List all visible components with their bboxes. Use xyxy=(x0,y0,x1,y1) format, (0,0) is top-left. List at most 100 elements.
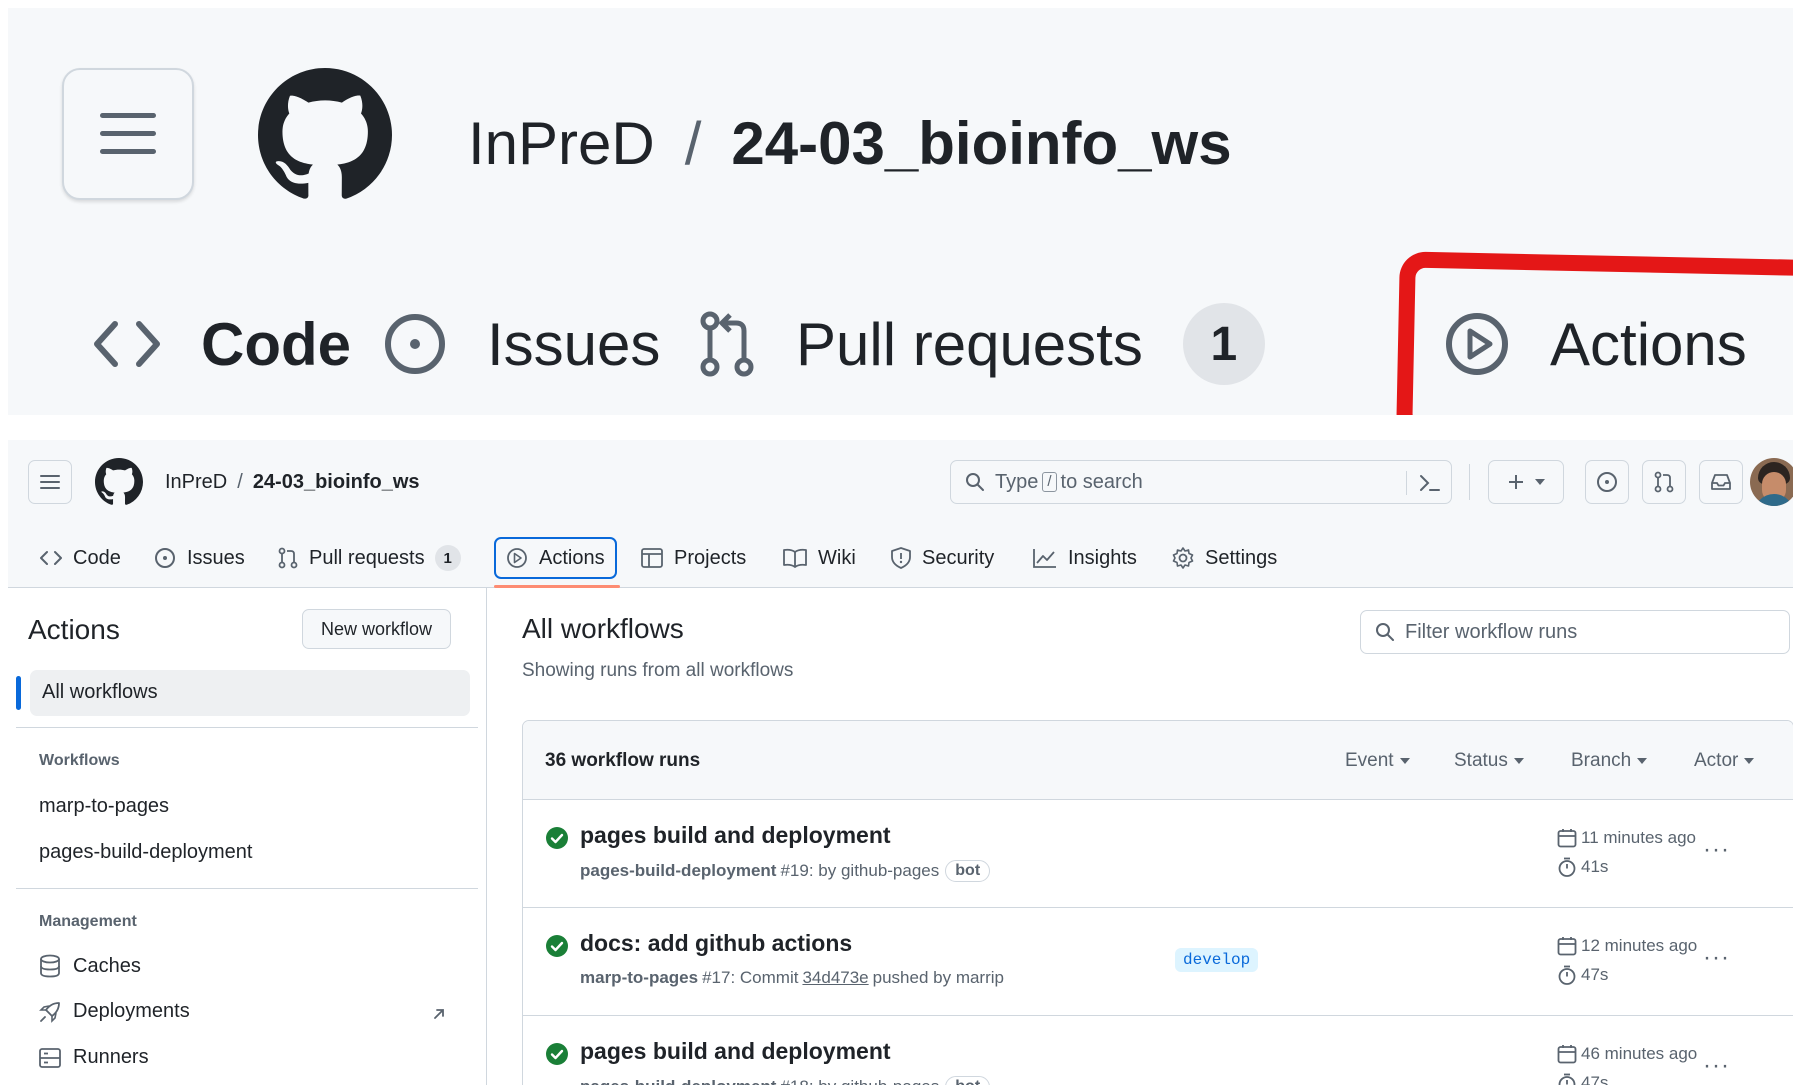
sidebar-item-runners[interactable]: Runners xyxy=(39,1046,149,1069)
pull-request-counter: 1 xyxy=(434,545,461,571)
github-logo-icon[interactable] xyxy=(95,458,143,506)
tab-label: Issues xyxy=(487,310,661,378)
tab-settings[interactable]: Settings xyxy=(1172,529,1277,587)
header-divider xyxy=(1469,464,1470,500)
tab-projects[interactable]: Projects xyxy=(641,529,746,587)
stopwatch-icon xyxy=(1558,965,1576,985)
search-prefix: Type xyxy=(995,470,1039,493)
avatar-shirt xyxy=(1754,494,1793,506)
play-icon xyxy=(507,548,527,568)
success-check-icon xyxy=(546,1043,568,1065)
code-icon xyxy=(94,321,160,367)
create-new-button[interactable] xyxy=(1488,460,1564,504)
table-row[interactable]: docs: add github actions marp-to-pages #… xyxy=(523,908,1793,1016)
tab-wiki[interactable]: Wiki xyxy=(783,529,856,587)
tab-pull-requests[interactable]: Pull requests 1 xyxy=(278,529,461,587)
search-divider xyxy=(1406,471,1407,495)
issues-button[interactable] xyxy=(1585,460,1629,504)
run-title-link[interactable]: pages build and deployment xyxy=(580,822,891,849)
filter-placeholder: Filter workflow runs xyxy=(1405,620,1578,643)
run-time-text: 11 minutes ago xyxy=(1581,828,1696,847)
tab-code[interactable]: Code xyxy=(40,529,121,587)
breadcrumb: InPreD / 24-03_bioinfo_ws xyxy=(165,471,420,494)
sidebar-item-label: Runners xyxy=(73,1046,149,1068)
menu-button[interactable] xyxy=(62,68,194,200)
run-time-text: 12 minutes ago xyxy=(1581,936,1698,955)
tab-label: Code xyxy=(201,310,351,378)
issue-icon xyxy=(1597,472,1617,492)
search-suffix: to search xyxy=(1060,470,1143,493)
workflows-heading: Workflows xyxy=(39,752,120,769)
sidebar-item-marp-to-pages[interactable]: marp-to-pages xyxy=(39,795,169,818)
table-icon xyxy=(641,548,663,568)
sidebar-item-all-workflows[interactable]: All workflows xyxy=(16,670,470,716)
tab-label: Pull requests xyxy=(309,546,425,569)
filter-workflow-runs-input[interactable]: Filter workflow runs xyxy=(1360,610,1790,654)
inbox-icon xyxy=(1711,474,1731,490)
run-workflow-name: marp-to-pages xyxy=(580,968,699,987)
inbox-button[interactable] xyxy=(1699,460,1743,504)
repo-name-link[interactable]: 24-03_bioinfo_ws xyxy=(731,110,1231,177)
run-timestamp: 11 minutes ago xyxy=(1557,828,1696,848)
run-duration-text: 47s xyxy=(1581,965,1609,984)
chevron-down-icon xyxy=(1744,757,1755,764)
commit-sha-link[interactable]: 34d473e xyxy=(802,968,868,988)
avatar[interactable] xyxy=(1750,458,1793,506)
event-filter-dropdown[interactable]: Event xyxy=(1345,750,1410,772)
calendar-icon xyxy=(1557,1045,1577,1064)
zoom-tab-code[interactable]: Code xyxy=(93,304,351,384)
calendar-icon xyxy=(1557,937,1577,956)
kebab-menu-icon[interactable]: ··· xyxy=(1703,1052,1730,1080)
chevron-down-icon xyxy=(1513,757,1524,764)
table-row[interactable]: pages build and deployment pages-build-d… xyxy=(523,1016,1793,1085)
zoom-tab-pull-requests[interactable]: Pull requests 1 xyxy=(698,303,1265,385)
repository-page: InPreD / 24-03_bioinfo_ws Type / to search xyxy=(8,440,1793,1085)
breadcrumb: InPreD / 24-03_bioinfo_ws xyxy=(468,106,1232,182)
github-logo-icon[interactable] xyxy=(258,68,392,202)
run-number: #19: by github-pages xyxy=(780,861,940,880)
sidebar-item-pages-build-deployment[interactable]: pages-build-deployment xyxy=(39,841,252,864)
run-title-link[interactable]: pages build and deployment xyxy=(580,1038,891,1065)
run-duration-text: 41s xyxy=(1581,857,1609,876)
table-row[interactable]: pages build and deployment pages-build-d… xyxy=(523,800,1793,908)
run-title-link[interactable]: docs: add github actions xyxy=(580,930,852,957)
filter-label: Branch xyxy=(1571,750,1632,771)
menu-button[interactable] xyxy=(28,460,72,504)
book-icon xyxy=(783,548,807,568)
zoom-tab-issues[interactable]: Issues xyxy=(383,304,660,384)
issue-icon xyxy=(385,314,445,374)
sidebar-item-label: Caches xyxy=(73,954,141,977)
tab-insights[interactable]: Insights xyxy=(1033,529,1137,587)
tab-label: Security xyxy=(922,546,995,569)
branch-badge[interactable]: develop xyxy=(1175,948,1259,972)
sidebar-item-deployments[interactable]: Deployments xyxy=(39,1000,190,1023)
run-duration: 47s xyxy=(1557,965,1608,985)
repo-owner-link[interactable]: InPreD xyxy=(468,110,655,177)
tab-actions[interactable]: Actions xyxy=(494,529,620,588)
active-tab-underline xyxy=(494,585,620,588)
page-title: All workflows xyxy=(522,613,684,644)
tab-issues[interactable]: Issues xyxy=(154,529,245,587)
workflow-runs-list: 36 workflow runs Event Status Branch Act… xyxy=(522,720,1793,1085)
tab-security[interactable]: Security xyxy=(891,529,994,587)
command-palette-icon[interactable] xyxy=(1419,473,1441,493)
code-icon xyxy=(40,551,62,565)
filter-label: Event xyxy=(1345,750,1394,771)
pull-requests-button[interactable] xyxy=(1642,460,1686,504)
chevron-down-icon xyxy=(1535,479,1545,485)
kebab-menu-icon[interactable]: ··· xyxy=(1703,944,1730,972)
branch-filter-dropdown[interactable]: Branch xyxy=(1571,750,1648,772)
management-heading: Management xyxy=(39,913,137,930)
search-input[interactable]: Type / to search xyxy=(950,460,1452,504)
repo-name-link[interactable]: 24-03_bioinfo_ws xyxy=(253,471,420,493)
actor-filter-dropdown[interactable]: Actor xyxy=(1694,750,1755,772)
repo-owner-link[interactable]: InPreD xyxy=(165,471,227,493)
run-duration-text: 47s xyxy=(1581,1073,1609,1085)
new-workflow-button[interactable]: New workflow xyxy=(302,609,451,649)
runs-list-header: 36 workflow runs Event Status Branch Act… xyxy=(523,721,1793,800)
runs-count: 36 workflow runs xyxy=(545,750,701,771)
kebab-menu-icon[interactable]: ··· xyxy=(1703,836,1730,864)
sidebar-item-caches[interactable]: Caches xyxy=(39,954,141,978)
graph-icon xyxy=(1033,549,1056,568)
status-filter-dropdown[interactable]: Status xyxy=(1454,750,1524,772)
